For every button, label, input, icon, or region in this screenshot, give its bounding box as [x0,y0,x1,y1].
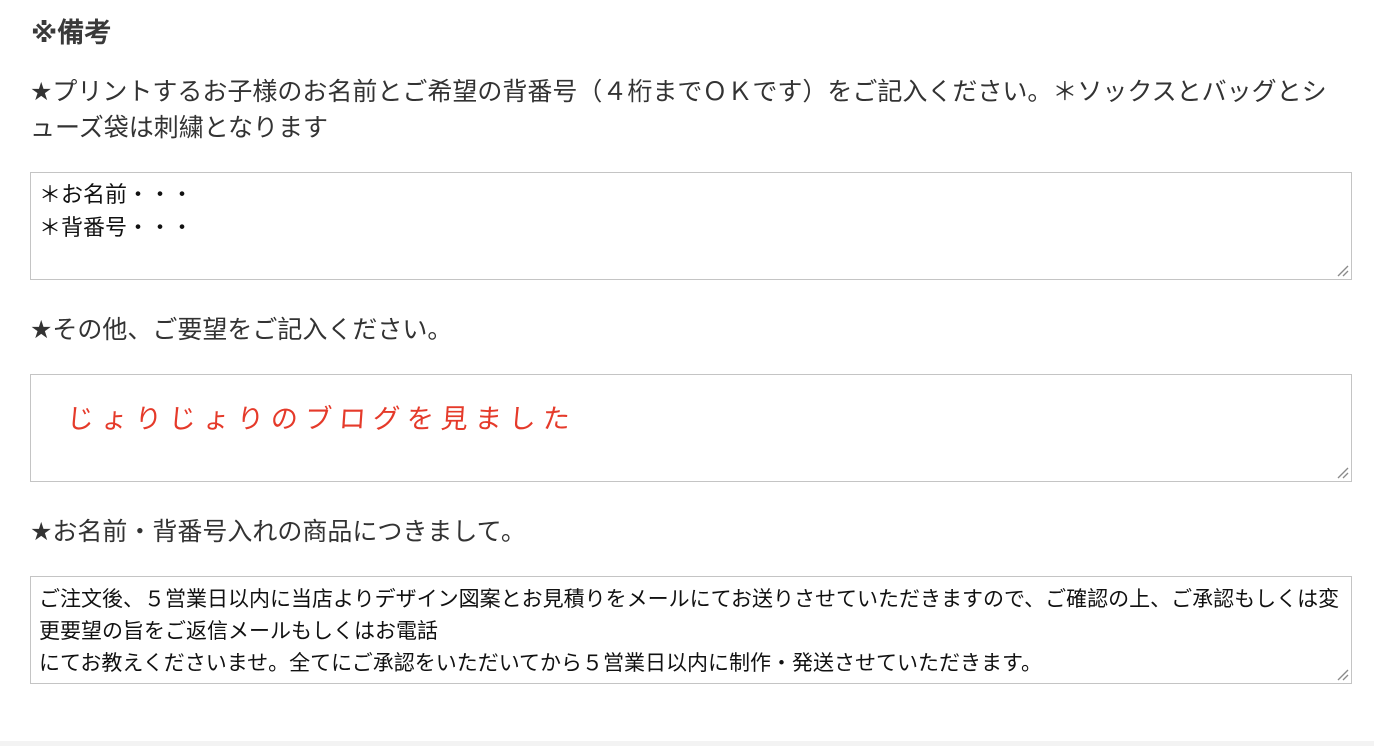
other-requests-label: ★その他、ご要望をご記入ください。 [30,315,453,344]
other-requests-textarea[interactable]: じょりじょりのブログを見ました [30,374,1352,482]
print-name-textarea[interactable]: ＊お名前・・・ ＊背番号・・・ [30,172,1352,280]
resize-grip-icon[interactable] [1335,465,1349,479]
other-requests-text: じょりじょりのブログを見ました [65,404,578,435]
resize-grip-icon[interactable] [1335,667,1349,681]
resize-grip-icon[interactable] [1335,263,1349,277]
name-number-notice-textarea[interactable]: ご注文後、５営業日以内に当店よりデザイン図案とお見積りをメールにてお送りさせてい… [30,576,1352,684]
page-footer-divider [0,741,1374,746]
print-name-label: ★プリントするお子様のお名前とご希望の背番号（４桁までＯＫです）をご記入ください… [30,77,1327,142]
remarks-title: ※備考 [31,18,112,49]
print-name-text: ＊お名前・・・ ＊背番号・・・ [39,183,194,241]
name-number-notice-text: ご注文後、５営業日以内に当店よりデザイン図案とお見積りをメールにてお送りさせてい… [39,587,1340,675]
name-number-notice-label: ★お名前・背番号入れの商品につきまして。 [30,517,526,546]
